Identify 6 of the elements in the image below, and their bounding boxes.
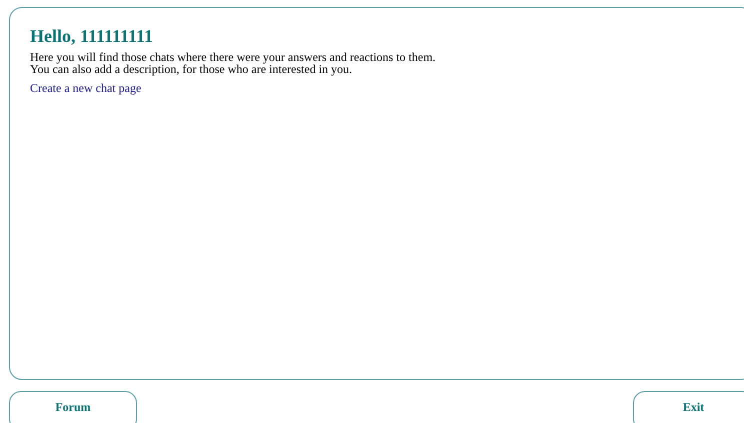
description-text: You can also add a description, for those who are interested in you. — [30, 63, 354, 76]
description-text: Here you will find those chats where there were your answers and reactions to them. — [30, 50, 437, 64]
nav-button[interactable]: Exit — [633, 391, 744, 423]
nav-button[interactable]: Forum — [9, 391, 137, 423]
greeting-heading: Hello, 111111111 — [30, 26, 154, 48]
create-chat-link[interactable]: Create a new chat page — [30, 80, 142, 95]
